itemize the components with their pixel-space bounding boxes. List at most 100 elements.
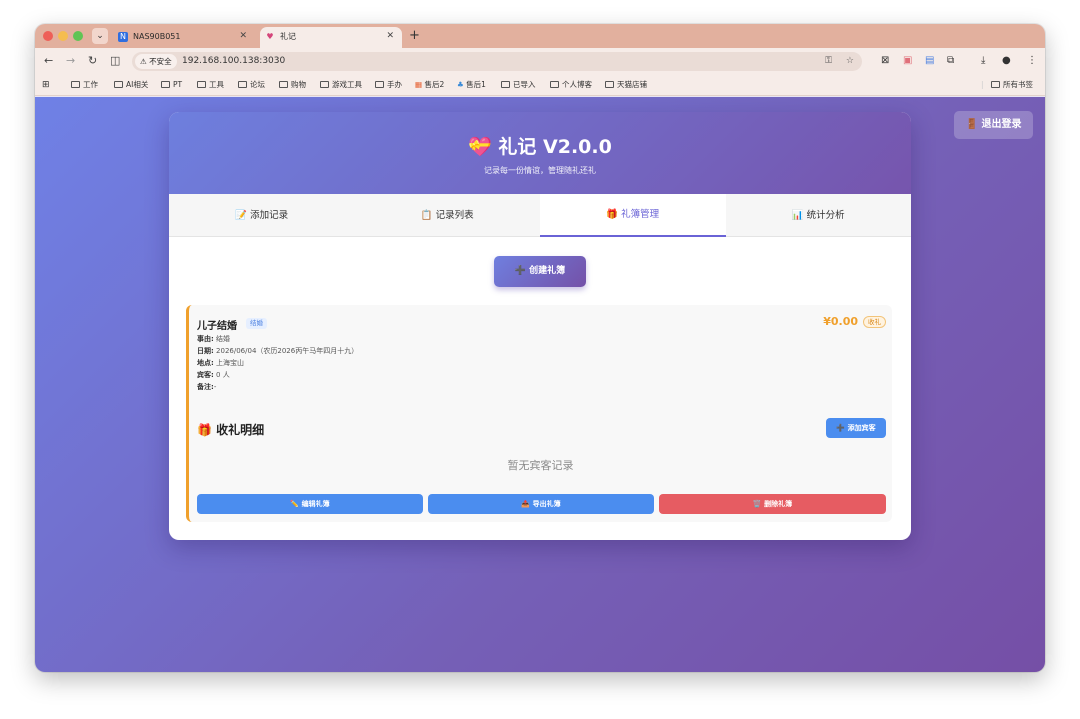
add-guest-button[interactable]: ➕ 添加宾客 bbox=[826, 418, 886, 438]
new-tab-plus-icon[interactable]: + bbox=[409, 27, 420, 45]
logout-button[interactable]: 🚪 退出登录 bbox=[954, 111, 1033, 139]
delete-gift-book-button[interactable]: 🗑️ 删除礼簿 bbox=[659, 494, 886, 514]
tab-strip: ⌄ N NAS90B051 ✕ ♥ 礼记 ✕ + bbox=[35, 24, 1045, 48]
browser-window: ⌄ N NAS90B051 ✕ ♥ 礼记 ✕ + ← → ↻ ◫ ⚠ 不安全 1… bbox=[35, 24, 1045, 672]
amount-type-badge: 收礼 bbox=[863, 316, 886, 328]
bookmark-label: 天猫店铺 bbox=[617, 80, 647, 89]
meta-value: 结婚 bbox=[216, 335, 231, 343]
meta-place: 地点: 上海宝山 bbox=[197, 358, 244, 368]
extension-icon[interactable]: ▣ bbox=[903, 53, 912, 69]
bookmark-label: 售后1 bbox=[466, 80, 486, 89]
create-gift-book-button[interactable]: ➕ 创建礼簿 bbox=[494, 256, 586, 287]
bookmark-folder-blog[interactable]: 个人博客 bbox=[550, 79, 592, 91]
bookmark-folder-tmall[interactable]: 天猫店铺 bbox=[605, 79, 647, 91]
address-bar[interactable]: ⚠ 不安全 192.168.100.138:3030 ⚿ ☆ bbox=[132, 52, 862, 71]
bookmark-label: AI相关 bbox=[126, 80, 149, 89]
bookmarks-bar: ⊞ 工作 AI相关 PT 工具 论坛 购物 游戏工具 手办 ▦ 售后2 ♣ 售后… bbox=[35, 74, 1045, 96]
bookmark-aftersale-1[interactable]: ♣ 售后1 bbox=[457, 79, 486, 91]
meta-value: 上海宝山 bbox=[216, 359, 245, 367]
page-subtitle: 记录每一份情谊，管理随礼还礼 bbox=[484, 166, 596, 175]
bookmark-folder-shopping[interactable]: 购物 bbox=[279, 79, 306, 91]
meta-reason: 事由: 结婚 bbox=[197, 334, 230, 344]
minimize-window-button[interactable] bbox=[58, 31, 68, 41]
security-label: 不安全 bbox=[149, 57, 172, 66]
tree-logo-icon: ♣ bbox=[457, 80, 464, 89]
tab-add-record[interactable]: 📝 添加记录 bbox=[169, 194, 355, 237]
apps-grid-icon[interactable]: ⊞ bbox=[42, 79, 50, 91]
gift-book-type-tag: 结婚 bbox=[246, 318, 267, 329]
tab-statistics[interactable]: 📊 统计分析 bbox=[726, 194, 912, 237]
app-header: 💝 礼记 V2.0.0 记录每一份情谊，管理随礼还礼 bbox=[169, 112, 911, 194]
browser-tab-nas[interactable]: N NAS90B051 ✕ bbox=[113, 27, 255, 48]
meta-date: 日期: 2026/06/04（农历2026丙午马年四月十九） bbox=[197, 346, 358, 356]
address-toolbar: ← → ↻ ◫ ⚠ 不安全 192.168.100.138:3030 ⚿ ☆ ⊠… bbox=[35, 48, 1045, 74]
export-gift-book-button[interactable]: 📤 导出礼簿 bbox=[428, 494, 654, 514]
gift-book-name: 儿子结婚 bbox=[197, 321, 237, 332]
screenshot-extension-icon[interactable]: ⊠ bbox=[881, 53, 889, 69]
tab-gift-book-management[interactable]: 🎁 礼簿管理 bbox=[540, 194, 726, 237]
gift-details-heading: 🎁 收礼明细 bbox=[197, 423, 265, 437]
bookmark-folder-pt[interactable]: PT bbox=[161, 79, 182, 91]
browser-tab-liji[interactable]: ♥ 礼记 ✕ bbox=[260, 27, 402, 48]
bookmark-folder-gongzuo[interactable]: 工作 bbox=[71, 79, 98, 91]
gift-book-amount: ¥0.00 bbox=[823, 315, 858, 328]
empty-guest-message: 暂无宾客记录 bbox=[507, 459, 574, 472]
tab-search-chevron-icon[interactable]: ⌄ bbox=[92, 28, 108, 44]
tab-title: 礼记 bbox=[280, 32, 296, 41]
nas-favicon-icon: N bbox=[118, 32, 128, 42]
meta-guests: 宾客: 0 人 bbox=[197, 370, 230, 380]
key-icon[interactable]: ⚿ bbox=[825, 52, 832, 71]
edit-gift-book-button[interactable]: ✏️ 编辑礼簿 bbox=[197, 494, 423, 514]
bookmark-folder-forum[interactable]: 论坛 bbox=[238, 79, 265, 91]
bookmark-label: 手办 bbox=[387, 80, 402, 89]
gift-book-card: 儿子结婚 结婚 ¥0.00 收礼 事由: 结婚 日期: 2026/06/04（农… bbox=[186, 305, 892, 522]
bookmarks-divider: | bbox=[981, 80, 984, 89]
bookmark-label: 已导入 bbox=[513, 80, 536, 89]
page-title: 💝 礼记 V2.0.0 bbox=[468, 136, 612, 158]
meta-value: - bbox=[213, 383, 217, 391]
bookmark-label: 游戏工具 bbox=[332, 80, 362, 89]
back-arrow-icon[interactable]: ← bbox=[44, 53, 53, 69]
meta-value: 0 人 bbox=[216, 371, 230, 379]
main-card: 💝 礼记 V2.0.0 记录每一份情谊，管理随礼还礼 📝 添加记录 📋 记录列表… bbox=[169, 112, 911, 540]
all-bookmarks-folder[interactable]: 所有书签 bbox=[991, 79, 1033, 91]
more-menu-icon[interactable]: ⋮ bbox=[1027, 53, 1037, 69]
download-icon[interactable]: ⤓ bbox=[981, 53, 985, 69]
meta-label: 宾客: bbox=[197, 371, 214, 379]
bookmark-folder-ai[interactable]: AI相关 bbox=[114, 79, 148, 91]
maximize-window-button[interactable] bbox=[73, 31, 83, 41]
bookmark-star-icon[interactable]: ☆ bbox=[846, 52, 854, 71]
bookmark-label: 所有书签 bbox=[1003, 80, 1033, 89]
meta-label: 地点: bbox=[197, 359, 214, 367]
main-nav-tabs: 📝 添加记录 📋 记录列表 🎁 礼簿管理 📊 统计分析 bbox=[169, 194, 911, 237]
bookmark-label: 工作 bbox=[83, 80, 98, 89]
security-indicator[interactable]: ⚠ 不安全 bbox=[135, 54, 177, 69]
bookmark-label: 购物 bbox=[291, 80, 306, 89]
bookmark-folder-tools[interactable]: 工具 bbox=[197, 79, 224, 91]
bookmark-folder-imported[interactable]: 已导入 bbox=[501, 79, 536, 91]
tab-record-list[interactable]: 📋 记录列表 bbox=[355, 194, 541, 237]
reload-icon[interactable]: ↻ bbox=[88, 53, 97, 69]
extensions-puzzle-icon[interactable]: ⧉ bbox=[947, 53, 954, 69]
windows-logo-icon: ▦ bbox=[415, 80, 423, 89]
gift-heart-favicon-icon: ♥ bbox=[266, 32, 274, 41]
url-text: 192.168.100.138:3030 bbox=[182, 56, 286, 66]
close-window-button[interactable] bbox=[43, 31, 53, 41]
bookmark-label: 售后2 bbox=[424, 80, 445, 89]
bookmark-label: 工具 bbox=[209, 80, 224, 89]
meta-note: 备注:- bbox=[197, 382, 216, 392]
bookmark-label: 论坛 bbox=[250, 80, 265, 89]
forward-arrow-icon[interactable]: → bbox=[66, 53, 75, 69]
meta-label: 事由: bbox=[197, 335, 214, 343]
page-background: 🚪 退出登录 💝 礼记 V2.0.0 记录每一份情谊，管理随礼还礼 📝 添加记录… bbox=[35, 97, 1045, 672]
meta-label: 日期: bbox=[197, 347, 214, 355]
bookmark-folder-game-tools[interactable]: 游戏工具 bbox=[320, 79, 362, 91]
bookmark-folder-figures[interactable]: 手办 bbox=[375, 79, 402, 91]
sidebar-toggle-icon[interactable]: ◫ bbox=[110, 53, 120, 69]
close-tab-icon[interactable]: ✕ bbox=[386, 27, 394, 46]
bookmark-aftersale-2[interactable]: ▦ 售后2 bbox=[415, 79, 444, 91]
close-tab-icon[interactable]: ✕ bbox=[239, 27, 247, 46]
tab-title: NAS90B051 bbox=[133, 32, 181, 41]
translate-extension-icon[interactable]: ▤ bbox=[925, 53, 934, 69]
profile-avatar-icon[interactable]: ● bbox=[1002, 53, 1011, 69]
